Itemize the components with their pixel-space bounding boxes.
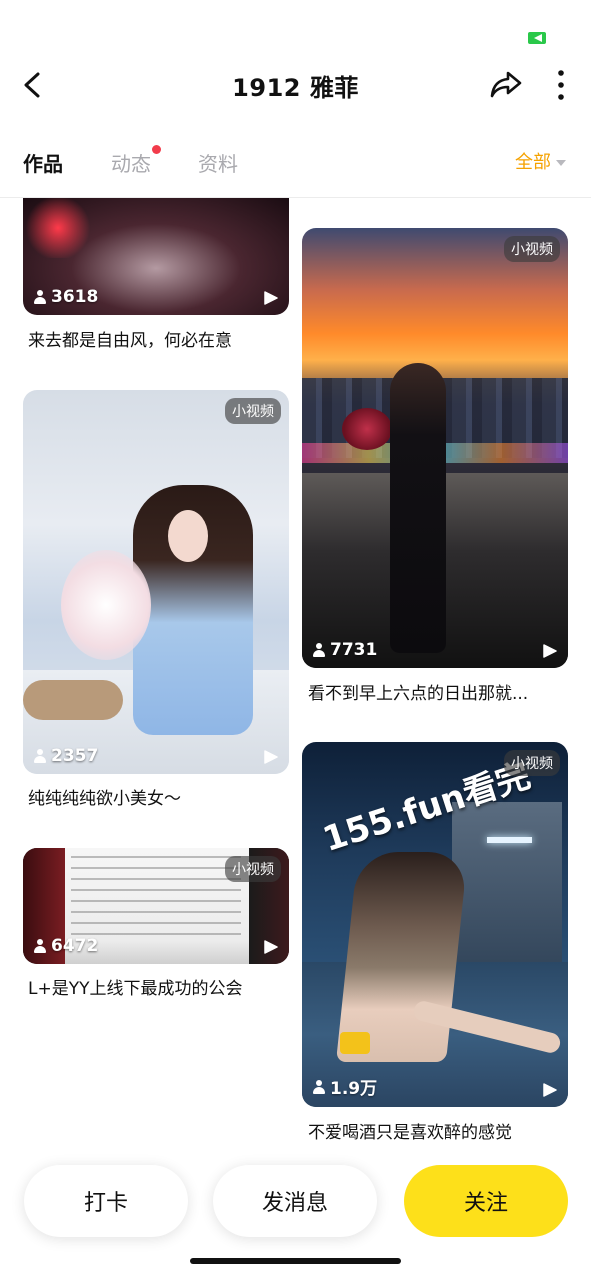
share-icon[interactable] <box>488 66 524 102</box>
view-count-value: 6472 <box>51 936 99 956</box>
play-icon <box>264 291 278 305</box>
video-caption[interactable]: 纯纯纯纯欲小美女～ <box>28 784 290 809</box>
home-indicator[interactable] <box>190 1258 401 1264</box>
caret-down-icon <box>556 160 566 166</box>
view-count-value: 2357 <box>51 746 99 766</box>
video-card[interactable]: 小视频 7731 <box>302 228 568 668</box>
follow-button[interactable]: 关注 <box>404 1165 568 1237</box>
play-icon <box>264 750 278 764</box>
video-card[interactable]: 3618 <box>23 198 289 315</box>
view-count-value: 1.9万 <box>330 1079 378 1099</box>
tab-works[interactable]: 作品 <box>23 148 63 177</box>
person-icon <box>33 939 47 953</box>
play-icon <box>264 940 278 954</box>
view-count-value: 3618 <box>51 287 99 307</box>
view-count-value: 7731 <box>330 640 378 660</box>
filter-dropdown[interactable]: 全部 <box>515 148 566 174</box>
view-count: 2357 <box>33 746 98 766</box>
profile-tabs: 作品 动态 资料 全部 <box>0 140 591 198</box>
video-card[interactable]: 155.fun看完 小视频 1.9万 <box>302 742 568 1107</box>
video-card[interactable]: 小视频 2357 <box>23 390 289 774</box>
video-caption[interactable]: 来去都是自由风，何必在意 <box>28 326 290 351</box>
person-icon <box>312 1079 326 1094</box>
send-message-button[interactable]: 发消息 <box>213 1165 377 1237</box>
short-video-badge: 小视频 <box>225 398 281 424</box>
filter-label: 全部 <box>515 152 551 173</box>
video-card[interactable]: 小视频 6472 <box>23 848 289 964</box>
video-caption[interactable]: 看不到早上六点的日出那就... <box>308 679 570 704</box>
view-count: 7731 <box>312 640 377 660</box>
view-count: 3618 <box>33 287 98 307</box>
play-icon <box>543 644 557 658</box>
more-vertical-icon[interactable] <box>550 66 572 104</box>
checkin-button[interactable]: 打卡 <box>24 1165 188 1237</box>
play-icon <box>543 1083 557 1097</box>
nav-bar: 1912 雅菲 <box>0 60 591 110</box>
short-video-badge: 小视频 <box>504 750 560 776</box>
tab-dynamic[interactable]: 动态 <box>111 148 151 177</box>
video-caption[interactable]: 不爱喝酒只是喜欢醉的感觉 <box>308 1118 570 1143</box>
notification-dot <box>152 145 161 154</box>
short-video-badge: 小视频 <box>504 236 560 262</box>
view-count: 6472 <box>33 936 98 956</box>
short-video-badge: 小视频 <box>225 856 281 882</box>
person-icon <box>33 290 47 304</box>
tab-profile[interactable]: 资料 <box>198 148 238 177</box>
person-icon <box>312 643 326 657</box>
view-count: 1.9万 <box>312 1074 377 1099</box>
video-caption[interactable]: L+是YY上线下最成功的公会 <box>28 974 290 999</box>
battery-icon <box>528 32 548 44</box>
person-icon <box>33 749 47 763</box>
